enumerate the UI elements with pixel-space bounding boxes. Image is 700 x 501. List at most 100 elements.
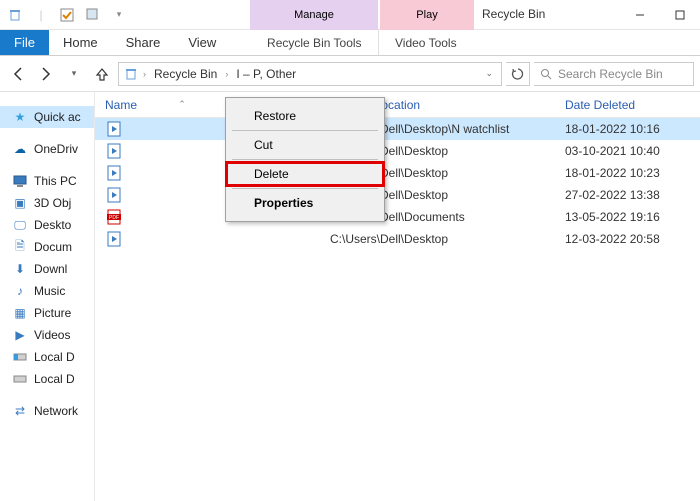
sidebar-item-label: Downl — [34, 262, 67, 276]
date-deleted: 18-01-2022 10:23 — [565, 166, 700, 180]
date-deleted: 12-03-2022 20:58 — [565, 232, 700, 246]
recycle-bin-icon — [4, 4, 26, 26]
context-menu-properties[interactable]: Properties — [226, 191, 384, 215]
qat-chevron-icon[interactable]: ▾ — [108, 4, 130, 26]
refresh-button[interactable] — [506, 62, 530, 86]
address-dropdown-icon[interactable]: ⌄ — [485, 68, 493, 79]
sidebar-item-music[interactable]: ♪ Music — [0, 280, 94, 302]
sidebar-item-network[interactable]: ⇄ Network — [0, 400, 94, 422]
manage-tab[interactable]: Manage — [250, 0, 378, 30]
forward-button[interactable] — [34, 62, 58, 86]
contextual-tool-tabs: Manage Play — [250, 0, 474, 30]
column-name[interactable]: Name — [105, 98, 137, 112]
share-tab[interactable]: Share — [112, 30, 175, 55]
table-row[interactable]: C:\Users\Dell\Desktop 03-10-2021 10:40 — [95, 140, 700, 162]
sidebar-item-label: Quick ac — [34, 110, 81, 124]
sort-indicator-icon: ⌃ — [143, 99, 221, 110]
sidebar-item-videos[interactable]: ▶ Videos — [0, 324, 94, 346]
checkbox-icon[interactable] — [56, 4, 78, 26]
home-tab[interactable]: Home — [49, 30, 112, 55]
video-icon: ▶ — [12, 327, 28, 343]
video-file-icon — [105, 186, 123, 204]
video-file-icon — [105, 230, 123, 248]
quick-access-toolbar: | ▾ — [0, 4, 134, 26]
window-controls — [620, 0, 700, 30]
dropdown-icon[interactable] — [82, 4, 104, 26]
sidebar-item-label: This PC — [34, 174, 77, 188]
qat-divider: | — [30, 4, 52, 26]
table-row[interactable]: C:\Users\Dell\Desktop 18-01-2022 10:23 — [95, 162, 700, 184]
column-date-deleted[interactable]: Date Deleted — [565, 98, 700, 112]
nav-pane: ★ Quick ac ☁ OneDriv This PC ▣ 3D Obj 🖵 … — [0, 92, 95, 501]
search-placeholder: Search Recycle Bin — [558, 67, 663, 81]
pdf-file-icon: PDF — [105, 208, 123, 226]
sidebar-item-label: OneDriv — [34, 142, 78, 156]
desktop-icon: 🖵 — [12, 217, 28, 233]
sidebar-item-label: Docum — [34, 240, 72, 254]
search-box[interactable]: Search Recycle Bin — [534, 62, 694, 86]
date-deleted: 03-10-2021 10:40 — [565, 144, 700, 158]
play-tab[interactable]: Play — [380, 0, 474, 30]
sidebar-item-pictures[interactable]: ▦ Picture — [0, 302, 94, 324]
picture-icon: ▦ — [12, 305, 28, 321]
sidebar-item-localdisk2[interactable]: Local D — [0, 368, 94, 390]
document-icon: 🗎 — [12, 239, 28, 255]
breadcrumb-folder[interactable]: I – P, Other — [232, 67, 300, 81]
minimize-button[interactable] — [620, 0, 660, 30]
date-deleted: 27-02-2022 13:38 — [565, 188, 700, 202]
star-icon: ★ — [12, 109, 28, 125]
video-tools-tab[interactable]: Video Tools — [378, 30, 472, 55]
view-tab[interactable]: View — [174, 30, 230, 55]
context-menu-separator — [232, 130, 378, 131]
network-icon: ⇄ — [12, 403, 28, 419]
address-bar[interactable]: › Recycle Bin › I – P, Other ⌄ — [118, 62, 502, 86]
table-row[interactable]: l H... C:\Users\Dell\Desktop 27-02-2022 … — [95, 184, 700, 206]
recent-locations-button[interactable]: ▾ — [62, 62, 86, 86]
sidebar-item-3d[interactable]: ▣ 3D Obj — [0, 192, 94, 214]
drive-icon — [12, 349, 28, 365]
title-bar: | ▾ Manage Play Recycle Bin — [0, 0, 700, 30]
sidebar-item-downloads[interactable]: ⬇ Downl — [0, 258, 94, 280]
chevron-right-icon[interactable]: › — [225, 69, 228, 79]
table-row[interactable]: 264 C:\Users\Dell\Desktop\N watchlist 18… — [95, 118, 700, 140]
sidebar-item-label: Local D — [34, 350, 75, 364]
sidebar-item-quick-access[interactable]: ★ Quick ac — [0, 106, 94, 128]
date-deleted: 13-05-2022 19:16 — [565, 210, 700, 224]
recycle-bin-tools-tab[interactable]: Recycle Bin Tools — [250, 30, 378, 55]
maximize-button[interactable] — [660, 0, 700, 30]
sidebar-item-onedrive[interactable]: ☁ OneDriv — [0, 138, 94, 160]
context-menu-delete[interactable]: Delete — [226, 162, 384, 186]
nav-bar: ▾ › Recycle Bin › I – P, Other ⌄ Search … — [0, 56, 700, 92]
drive-icon — [12, 371, 28, 387]
date-deleted: 18-01-2022 10:16 — [565, 122, 700, 136]
play-tab-label: Play — [416, 9, 437, 21]
up-button[interactable] — [90, 62, 114, 86]
breadcrumb-recycle-bin[interactable]: Recycle Bin — [150, 67, 221, 81]
table-row[interactable]: PDF orm... C:\Users\Dell\Documents 13-05… — [95, 206, 700, 228]
sidebar-item-desktop[interactable]: 🖵 Deskto — [0, 214, 94, 236]
context-menu-separator — [232, 159, 378, 160]
back-button[interactable] — [6, 62, 30, 86]
context-menu-cut[interactable]: Cut — [226, 133, 384, 157]
recycle-bin-small-icon — [123, 66, 139, 82]
table-row[interactable]: C:\Users\Dell\Desktop 12-03-2022 20:58 — [95, 228, 700, 250]
ribbon-tabs: File Home Share View Recycle Bin Tools V… — [0, 30, 700, 56]
sidebar-item-documents[interactable]: 🗎 Docum — [0, 236, 94, 258]
cube-icon: ▣ — [12, 195, 28, 211]
search-icon — [540, 68, 552, 80]
sidebar-item-label: Videos — [34, 328, 70, 342]
video-file-icon — [105, 120, 123, 138]
sidebar-item-label: Network — [34, 404, 78, 418]
music-icon: ♪ — [12, 283, 28, 299]
computer-icon — [12, 173, 28, 189]
chevron-right-icon[interactable]: › — [143, 69, 146, 79]
sidebar-item-label: Local D — [34, 372, 75, 386]
file-list: Name ⌃ ⌄ Original Location Date Deleted … — [95, 92, 700, 501]
manage-tab-label: Manage — [294, 9, 334, 21]
file-tab[interactable]: File — [0, 30, 49, 55]
sidebar-item-thispc[interactable]: This PC — [0, 170, 94, 192]
sidebar-item-localdisk1[interactable]: Local D — [0, 346, 94, 368]
window-title: Recycle Bin — [482, 7, 545, 21]
sidebar-item-label: Music — [34, 284, 65, 298]
context-menu-restore[interactable]: Restore — [226, 104, 384, 128]
